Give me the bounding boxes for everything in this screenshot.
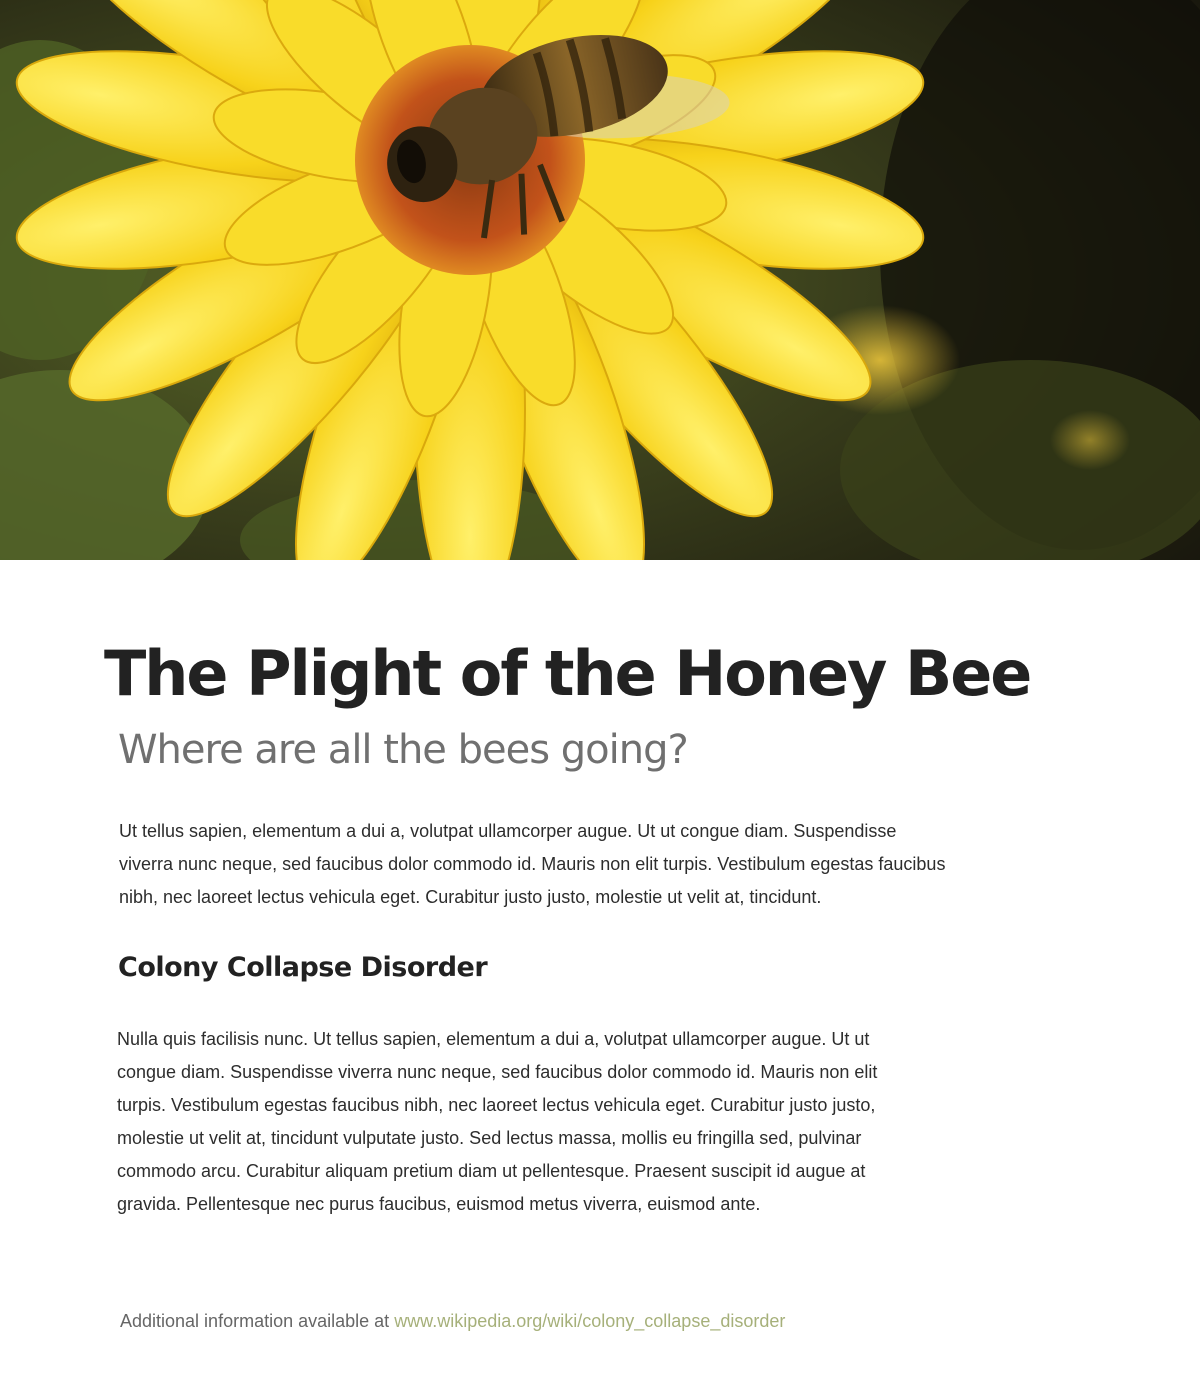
footer-link[interactable]: www.wikipedia.org/wiki/colony_collapse_d… <box>394 1311 785 1331</box>
footer-note: Additional information available at www.… <box>120 1307 785 1335</box>
footer-prefix: Additional information available at <box>120 1311 390 1331</box>
intro-paragraph: Ut tellus sapien, elementum a dui a, vol… <box>119 821 946 907</box>
section-heading: Colony Collapse Disorder <box>118 952 488 983</box>
page-title: The Plight of the Honey Bee <box>104 637 1032 710</box>
background-bud <box>1050 410 1130 470</box>
body-paragraph: Nulla quis facilisis nunc. Ut tellus sap… <box>117 1029 878 1214</box>
hero-image <box>0 0 1200 560</box>
page-subtitle: Where are all the bees going? <box>118 727 689 773</box>
